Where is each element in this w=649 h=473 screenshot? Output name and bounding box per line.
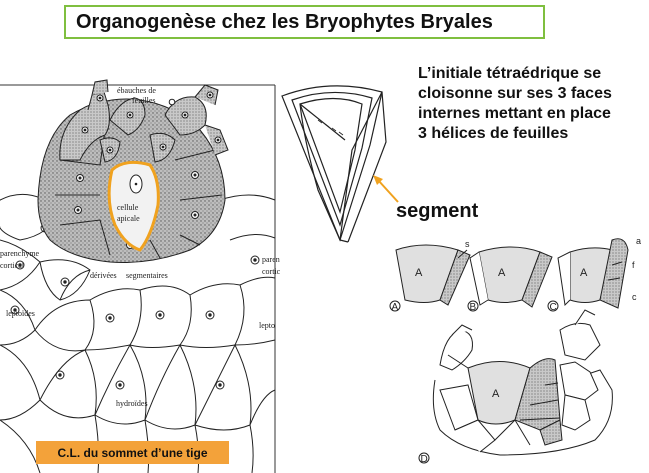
svg-text:A: A	[498, 267, 506, 279]
description-line-3: internes mettant en place	[418, 105, 611, 122]
svg-text:C: C	[550, 302, 557, 313]
svg-text:s: s	[465, 239, 470, 249]
description-line-2: cloisonne sur ses 3 faces	[418, 85, 612, 102]
svg-text:feuilles: feuilles	[132, 96, 156, 105]
panel-D	[432, 309, 613, 456]
svg-text:f: f	[632, 260, 635, 270]
svg-text:cellule: cellule	[117, 203, 139, 212]
svg-text:dérivées: dérivées	[90, 271, 117, 280]
segment-arrow	[373, 175, 399, 203]
svg-text:segmentaires: segmentaires	[126, 271, 168, 280]
tetrahedral-cell-sketch	[281, 85, 387, 243]
svg-text:hydroïdes: hydroïdes	[116, 399, 148, 408]
svg-text:parenchyme: parenchyme	[0, 249, 40, 258]
panel-D-label: A	[492, 388, 500, 400]
svg-text:cortic: cortic	[262, 267, 281, 276]
svg-text:A: A	[415, 267, 423, 279]
panel-C	[557, 238, 629, 309]
svg-text:a: a	[636, 236, 641, 246]
svg-text:D: D	[421, 454, 428, 465]
svg-text:A: A	[580, 267, 588, 279]
panel-B	[469, 246, 553, 308]
svg-text:paren: paren	[262, 255, 280, 264]
description-line-4: 3 hélices de feuilles	[418, 125, 569, 142]
svg-text:leptoïdes: leptoïdes	[6, 309, 35, 318]
svg-text:B: B	[470, 302, 477, 313]
svg-text:c: c	[632, 292, 637, 302]
panel-A	[395, 244, 471, 306]
svg-text:cortical: cortical	[0, 261, 25, 270]
caption-box: C.L. du sommet d’une tige	[36, 441, 229, 464]
caption-text: C.L. du sommet d’une tige	[57, 445, 208, 460]
svg-text:A: A	[392, 302, 399, 313]
svg-text:apicale: apicale	[117, 214, 140, 223]
description-line-1: L’initiale tétraédrique se	[418, 65, 602, 82]
svg-text:ébauches de: ébauches de	[117, 86, 156, 95]
svg-text:A: A	[492, 388, 500, 400]
segment-label: segment	[396, 200, 479, 222]
svg-text:lepto: lepto	[259, 321, 275, 330]
description-text: L’initiale tétraédrique se cloisonne sur…	[418, 64, 648, 144]
